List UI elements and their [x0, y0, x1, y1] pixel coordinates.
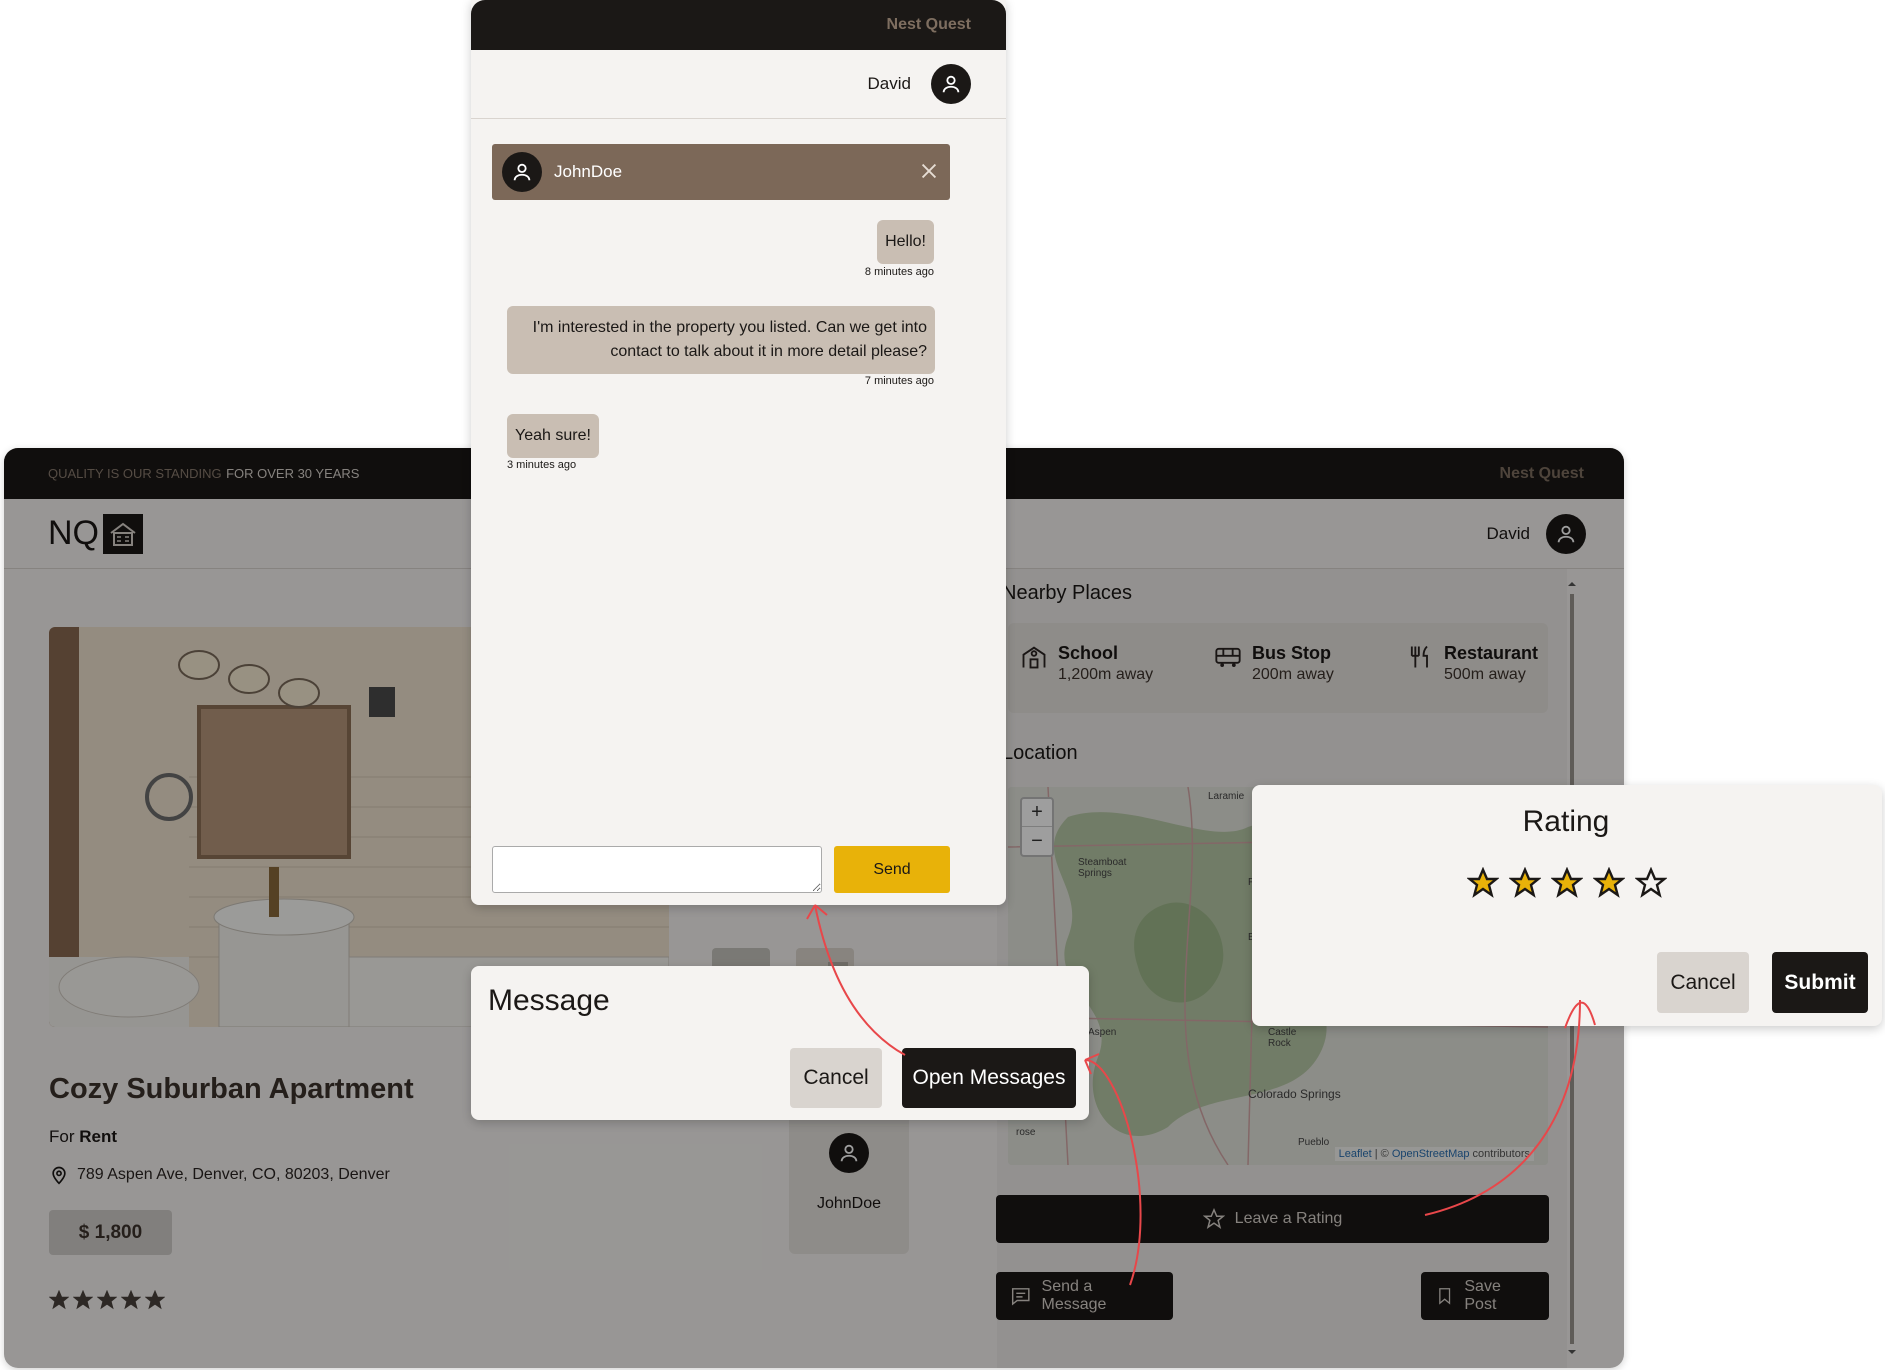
star-filled-icon[interactable]	[1551, 867, 1583, 899]
contact-avatar-icon	[502, 152, 542, 192]
rating-star-selector	[1467, 867, 1667, 899]
message-timestamp: 8 minutes ago	[864, 266, 934, 278]
cancel-button[interactable]: Cancel	[1657, 952, 1749, 1013]
chat-user-name: David	[867, 74, 911, 93]
dialog-title: Message	[488, 984, 610, 1017]
message-timestamp: 7 minutes ago	[864, 375, 934, 387]
cancel-button[interactable]: Cancel	[790, 1048, 882, 1108]
contact-name: JohnDoe	[554, 162, 623, 181]
open-messages-button[interactable]: Open Messages	[902, 1048, 1076, 1108]
chat-brand[interactable]: Nest Quest	[887, 16, 971, 34]
star-filled-icon[interactable]	[1467, 867, 1499, 899]
send-button[interactable]: Send	[834, 846, 950, 893]
star-filled-icon[interactable]	[1509, 867, 1541, 899]
conversation-header: JohnDoe	[492, 144, 950, 200]
chat-top-bar: Nest Quest	[471, 0, 1006, 50]
rating-dialog: Rating Cancel Submit	[1252, 785, 1882, 1026]
chat-message-sent: Hello!	[877, 220, 934, 264]
chat-message-received: Yeah sure!	[507, 414, 599, 458]
dialog-title: Rating	[1522, 805, 1610, 838]
chat-header: David	[471, 50, 1006, 119]
star-filled-icon[interactable]	[1593, 867, 1625, 899]
submit-button[interactable]: Submit	[1772, 952, 1868, 1013]
message-dialog: Message Cancel Open Messages	[471, 966, 1089, 1120]
close-icon[interactable]	[918, 160, 940, 182]
user-avatar-icon[interactable]	[931, 64, 971, 104]
message-input[interactable]	[492, 846, 822, 893]
chat-window: Nest Quest David JohnDoe Hello! 8 minute…	[471, 0, 1006, 905]
star-outline-icon[interactable]	[1635, 867, 1667, 899]
chat-message-sent: I'm interested in the property you liste…	[507, 306, 935, 374]
message-timestamp: 3 minutes ago	[507, 459, 577, 471]
